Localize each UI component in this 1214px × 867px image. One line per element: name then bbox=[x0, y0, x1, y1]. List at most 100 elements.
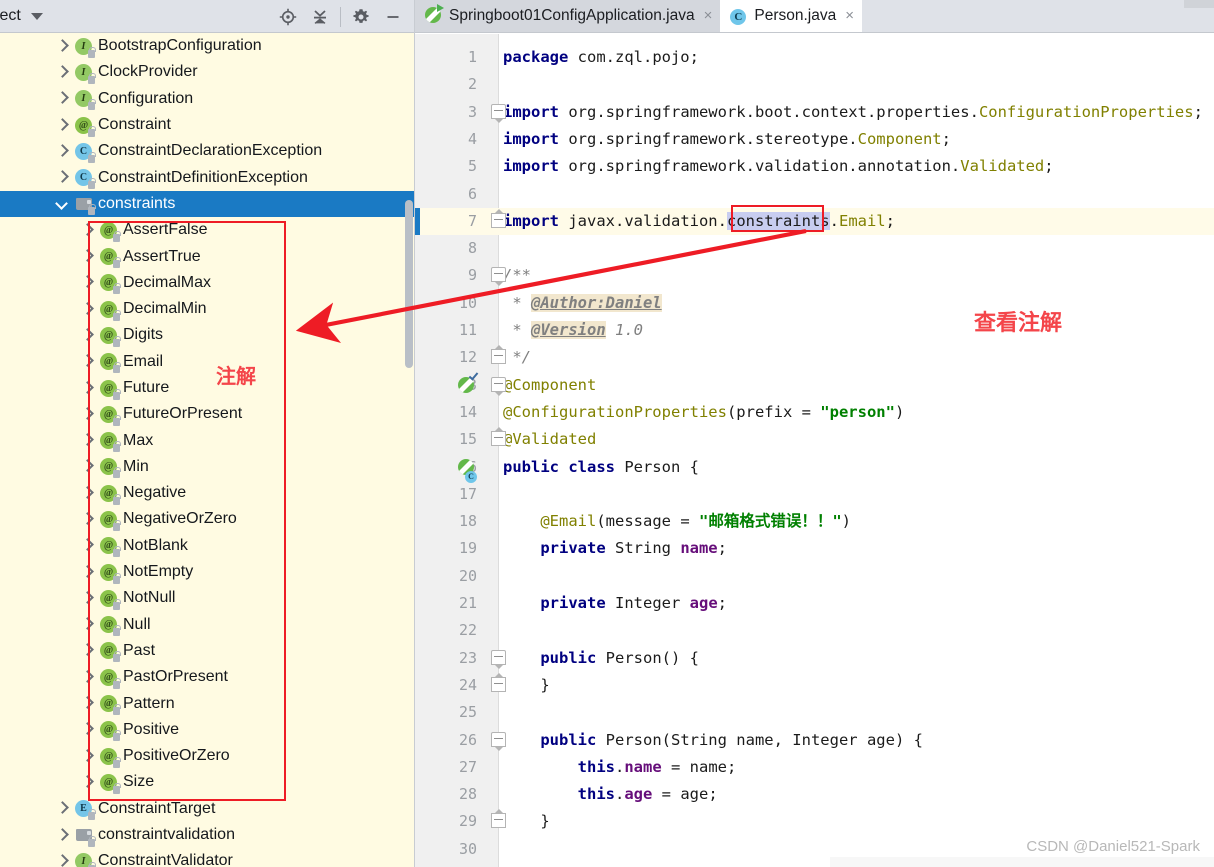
chevron-right-icon[interactable] bbox=[81, 776, 94, 789]
chevron-right-icon[interactable] bbox=[56, 119, 69, 132]
tree-item-negative[interactable]: @ Negative bbox=[0, 480, 415, 506]
annotation-icon: @ bbox=[100, 458, 121, 479]
tree-item-constraints[interactable]: constraints bbox=[0, 190, 415, 218]
sidebar-scrollbar[interactable] bbox=[405, 200, 413, 368]
locate-icon[interactable] bbox=[272, 3, 304, 31]
fold-end-icon[interactable] bbox=[491, 809, 506, 829]
tree-item-future[interactable]: @ Future bbox=[0, 375, 415, 401]
chevron-right-icon[interactable] bbox=[81, 382, 94, 395]
tree-item-min[interactable]: @ Min bbox=[0, 454, 415, 480]
tree-item-constraintvalidator[interactable]: I ConstraintValidator bbox=[0, 848, 415, 867]
chevron-right-icon[interactable] bbox=[81, 723, 94, 736]
chevron-right-icon[interactable] bbox=[56, 40, 69, 53]
chevron-right-icon[interactable] bbox=[81, 408, 94, 421]
tree-item-assertfalse[interactable]: @ AssertFalse bbox=[0, 217, 415, 243]
tree-item-pattern[interactable]: @ Pattern bbox=[0, 690, 415, 716]
tree-item-max[interactable]: @ Max bbox=[0, 427, 415, 453]
gear-icon[interactable] bbox=[345, 3, 377, 31]
chevron-right-icon[interactable] bbox=[81, 618, 94, 631]
tree-item-decimalmax[interactable]: @ DecimalMax bbox=[0, 270, 415, 296]
annotation-icon: @ bbox=[100, 432, 121, 453]
tree-item-constraintvalidation[interactable]: constraintvalidation bbox=[0, 822, 415, 848]
chevron-right-icon[interactable] bbox=[81, 671, 94, 684]
chevron-right-icon[interactable] bbox=[81, 644, 94, 657]
chevron-down-icon[interactable] bbox=[56, 197, 69, 210]
chevron-right-icon[interactable] bbox=[81, 303, 94, 316]
code-editor[interactable]: 1234567891011121314151617181920212223242… bbox=[415, 34, 1214, 867]
chevron-right-icon[interactable] bbox=[81, 592, 94, 605]
editor-tab-2[interactable]: C Person.java × bbox=[720, 0, 862, 32]
chevron-right-icon[interactable] bbox=[81, 355, 94, 368]
tree-item-configuration[interactable]: I Configuration bbox=[0, 86, 415, 112]
chevron-right-icon[interactable] bbox=[56, 855, 69, 867]
tree-item-notempty[interactable]: @ NotEmpty bbox=[0, 559, 415, 585]
chevron-right-icon[interactable] bbox=[56, 802, 69, 815]
chevron-right-icon[interactable] bbox=[81, 434, 94, 447]
collapse-all-icon[interactable] bbox=[304, 3, 336, 31]
chevron-right-icon[interactable] bbox=[56, 829, 69, 842]
chevron-down-icon[interactable] bbox=[30, 12, 43, 20]
chevron-right-icon[interactable] bbox=[81, 276, 94, 289]
lock-badge-icon bbox=[113, 730, 121, 742]
spring-bean-class-gutter-icon[interactable]: C bbox=[458, 458, 477, 483]
tree-item-size[interactable]: @ Size bbox=[0, 769, 415, 795]
fold-end-icon[interactable] bbox=[491, 672, 506, 692]
chevron-right-icon[interactable] bbox=[81, 750, 94, 763]
tree-item-email[interactable]: @ Email bbox=[0, 349, 415, 375]
line-number: 27 bbox=[458, 757, 477, 776]
line-number: 3 bbox=[467, 102, 477, 121]
tree-item-pastorpresent[interactable]: @ PastOrPresent bbox=[0, 664, 415, 690]
fold-collapse-icon[interactable] bbox=[491, 731, 506, 751]
window-top-strip bbox=[1184, 0, 1214, 8]
chevron-right-icon[interactable] bbox=[81, 539, 94, 552]
fold-end-icon[interactable] bbox=[491, 427, 506, 447]
chevron-right-icon[interactable] bbox=[81, 250, 94, 263]
tree-item-past[interactable]: @ Past bbox=[0, 638, 415, 664]
editor-tab-1[interactable]: Springboot01ConfigApplication.java × bbox=[415, 0, 721, 32]
tree-item-digits[interactable]: @ Digits bbox=[0, 322, 415, 348]
fold-end-icon[interactable] bbox=[491, 345, 506, 365]
code-line-13: @Component bbox=[503, 375, 597, 394]
chevron-right-icon[interactable] bbox=[81, 487, 94, 500]
close-icon[interactable]: × bbox=[704, 8, 713, 23]
tree-item-constraintdefinitionexception[interactable]: C ConstraintDefinitionException bbox=[0, 164, 415, 190]
close-icon[interactable]: × bbox=[845, 8, 854, 23]
tree-item-null[interactable]: @ Null bbox=[0, 612, 415, 638]
ide-window: oject bbox=[0, 0, 1214, 867]
tree-item-notnull[interactable]: @ NotNull bbox=[0, 585, 415, 611]
chevron-right-icon[interactable] bbox=[81, 566, 94, 579]
chevron-right-icon[interactable] bbox=[56, 171, 69, 184]
project-tree[interactable]: I BootstrapConfiguration I ClockProvider I Co… bbox=[0, 33, 415, 867]
tree-item-positive[interactable]: @ Positive bbox=[0, 717, 415, 743]
tree-item-clockprovider[interactable]: I ClockProvider bbox=[0, 59, 415, 85]
fold-collapse-icon[interactable] bbox=[491, 267, 506, 287]
chevron-right-icon[interactable] bbox=[81, 329, 94, 342]
chevron-right-icon[interactable] bbox=[81, 513, 94, 526]
tree-item-constraint[interactable]: @ Constraint bbox=[0, 112, 415, 138]
fold-collapse-icon[interactable] bbox=[491, 649, 506, 669]
tree-item-constrainttarget[interactable]: E ConstraintTarget bbox=[0, 796, 415, 822]
project-panel-header: oject bbox=[0, 0, 415, 33]
code-line-23: public Person() { bbox=[540, 648, 699, 667]
minimize-icon[interactable] bbox=[377, 3, 409, 31]
fold-collapse-icon[interactable] bbox=[491, 376, 506, 396]
tree-item-positiveorzero[interactable]: @ PositiveOrZero bbox=[0, 743, 415, 769]
tree-item-negativeorzero[interactable]: @ NegativeOrZero bbox=[0, 506, 415, 532]
chevron-right-icon[interactable] bbox=[56, 66, 69, 79]
tree-item-decimalmin[interactable]: @ DecimalMin bbox=[0, 296, 415, 322]
tree-item-futureorpresent[interactable]: @ FutureOrPresent bbox=[0, 401, 415, 427]
chevron-right-icon[interactable] bbox=[81, 697, 94, 710]
tree-item-bootstrapconfiguration[interactable]: I BootstrapConfiguration bbox=[0, 33, 415, 59]
spring-bean-gutter-icon[interactable] bbox=[458, 370, 479, 395]
code-line-26: public Person(String name, Integer age) … bbox=[540, 730, 923, 749]
chevron-right-icon[interactable] bbox=[81, 224, 94, 237]
fold-end-icon[interactable] bbox=[491, 208, 506, 228]
tree-item-constraintdeclarationexception[interactable]: C ConstraintDeclarationException bbox=[0, 138, 415, 164]
chevron-right-icon[interactable] bbox=[56, 145, 69, 158]
line-number: 21 bbox=[458, 594, 477, 612]
tree-item-notblank[interactable]: @ NotBlank bbox=[0, 533, 415, 559]
fold-collapse-icon[interactable] bbox=[491, 103, 506, 123]
tree-item-asserttrue[interactable]: @ AssertTrue bbox=[0, 243, 415, 269]
chevron-right-icon[interactable] bbox=[56, 92, 69, 105]
chevron-right-icon[interactable] bbox=[81, 460, 94, 473]
